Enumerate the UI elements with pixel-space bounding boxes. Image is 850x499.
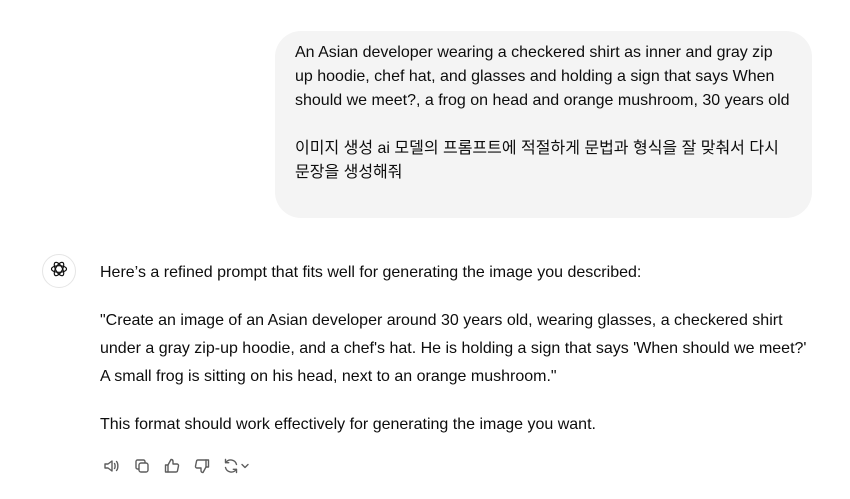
- user-message-bubble: An Asian developer wearing a checkered s…: [275, 31, 812, 218]
- regenerate-button[interactable]: [221, 455, 251, 477]
- copy-icon: [133, 457, 151, 475]
- copy-button[interactable]: [131, 455, 153, 477]
- thumbs-up-icon: [163, 457, 181, 475]
- regenerate-icon: [222, 457, 240, 475]
- assistant-logo-icon: [49, 259, 69, 284]
- assistant-message: Here’s a refined prompt that fits well f…: [100, 259, 815, 439]
- user-message-paragraph-1: An Asian developer wearing a checkered s…: [295, 44, 790, 109]
- assistant-intro: Here’s a refined prompt that fits well f…: [100, 264, 642, 281]
- chevron-down-icon: [240, 461, 250, 471]
- speaker-icon: [103, 457, 121, 475]
- assistant-prompt-text: "Create an image of an Asian developer a…: [100, 312, 807, 385]
- thumbs-down-icon: [193, 457, 211, 475]
- message-action-bar: [101, 455, 251, 477]
- assistant-avatar: [42, 254, 76, 288]
- read-aloud-button[interactable]: [101, 455, 123, 477]
- good-response-button[interactable]: [161, 455, 183, 477]
- user-message-paragraph-2: 이미지 생성 ai 모델의 프롬프트에 적절하게 문법과 형식을 잘 맞춰서 다…: [295, 140, 779, 181]
- assistant-closing: This format should work effectively for …: [100, 416, 596, 433]
- bad-response-button[interactable]: [191, 455, 213, 477]
